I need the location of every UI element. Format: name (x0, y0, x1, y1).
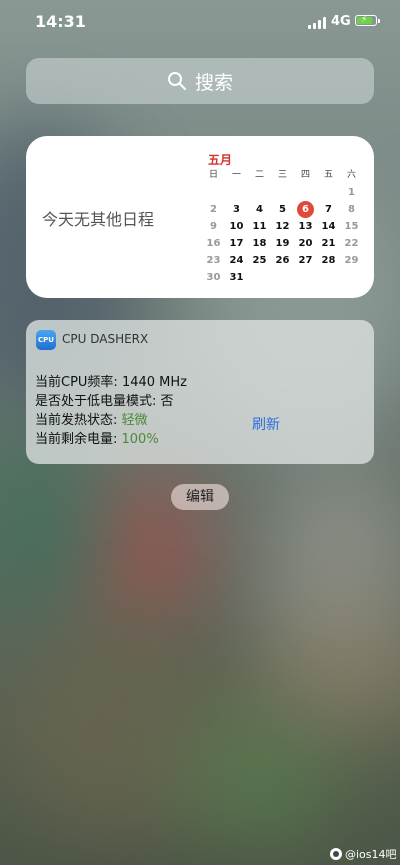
calendar-day: 27 (298, 255, 313, 266)
low-power-label: 是否处于低电量模式: (35, 394, 161, 409)
calendar-day: 21 (321, 238, 336, 249)
low-power-row: 是否处于低电量模式: 否 (35, 392, 187, 411)
calendar-day: 9 (210, 221, 217, 232)
network-type: 4G (331, 14, 351, 29)
weekday-label: 日 (208, 170, 218, 180)
calendar-day: 20 (298, 238, 313, 249)
calendar-day: 29 (344, 255, 359, 266)
weekday-label: 一 (231, 170, 241, 180)
calendar-day: 4 (256, 204, 263, 215)
widget-app-name: CPU DASHERX (62, 332, 149, 346)
calendar-day (340, 269, 363, 286)
calendar-week-row: 1 (202, 184, 363, 201)
calendar-day: 26 (275, 255, 290, 266)
calendar-day (271, 269, 294, 286)
cpu-frequency-label: 当前CPU频率: (35, 375, 122, 390)
edit-button[interactable]: 编辑 (171, 484, 229, 510)
calendar-day: 24 (229, 255, 244, 266)
battery-value: 100% (121, 432, 159, 447)
calendar-day: 8 (348, 204, 355, 215)
search-placeholder: 搜索 (194, 71, 233, 94)
status-time: 14:31 (35, 12, 86, 31)
calendar-day-today: 6 (294, 201, 317, 218)
cpu-frequency-row: 当前CPU频率: 1440 MHz (35, 373, 187, 392)
search-icon (167, 72, 186, 90)
weekday-header-row: 日一二三四五六 (202, 167, 363, 184)
cpu-dasherx-widget[interactable]: CPU CPU DASHERX 当前CPU频率: 1440 MHz 是否处于低电… (26, 320, 374, 464)
calendar-day (294, 269, 317, 286)
thermal-label: 当前发热状态: (35, 413, 122, 428)
calendar-widget[interactable]: 今天无其他日程 五月 日一二三四五六 1 2 3 4 5 6 7 8 9 10 11 12 13 14 15 1… (26, 136, 374, 298)
cpu-stats: 当前CPU频率: 1440 MHz 是否处于低电量模式: 否 当前发热状态: 轻… (35, 373, 187, 449)
watermark: @ios14吧 (330, 846, 397, 862)
calendar-week-row: 9 10 11 12 13 14 15 (202, 218, 363, 235)
calendar-day: 18 (252, 238, 267, 249)
watermark-text: @ios14吧 (345, 848, 397, 861)
calendar-day: 14 (321, 221, 336, 232)
weekday-label: 六 (346, 170, 356, 180)
weibo-icon (330, 848, 342, 860)
calendar-day (317, 184, 340, 201)
weekday-label: 二 (254, 170, 264, 180)
calendar-day: 31 (229, 272, 244, 283)
weekday-label: 四 (300, 170, 310, 180)
calendar-day: 15 (344, 221, 359, 232)
calendar-day (317, 269, 340, 286)
calendar-day: 17 (229, 238, 244, 249)
calendar-day: 10 (229, 221, 244, 232)
calendar-day: 3 (233, 204, 240, 215)
cpu-dasherx-app-icon: CPU (36, 330, 56, 350)
calendar-day: 7 (325, 204, 332, 215)
calendar-week-row: 16 17 18 19 20 21 22 (202, 235, 363, 252)
refresh-button[interactable]: 刷新 (252, 414, 280, 434)
calendar-day: 2 (210, 204, 217, 215)
calendar-day (248, 269, 271, 286)
calendar-day: 12 (275, 221, 290, 232)
search-bar[interactable]: 搜索 (26, 58, 374, 104)
thermal-row: 当前发热状态: 轻微 (35, 411, 187, 430)
status-bar: 14:31 4G ⚡ (0, 0, 400, 44)
calendar-week-row: 30 31 (202, 269, 363, 286)
calendar-day: 22 (344, 238, 359, 249)
calendar-week-row: 23 24 25 26 27 28 29 (202, 252, 363, 269)
calendar-day (271, 184, 294, 201)
cpu-frequency-value: 1440 MHz (121, 375, 187, 390)
calendar-day: 13 (298, 221, 313, 232)
calendar-grid: 日一二三四五六 1 2 3 4 5 6 7 8 9 10 11 12 13 14 15 16 17 18 19 20 21… (202, 167, 363, 286)
calendar-day (225, 184, 248, 201)
calendar-day: 25 (252, 255, 267, 266)
low-power-value: 否 (160, 394, 174, 409)
calendar-day (248, 184, 271, 201)
calendar-day: 30 (206, 272, 221, 283)
calendar-week-row: 2 3 4 567 8 (202, 201, 363, 218)
calendar-day (202, 184, 225, 201)
battery-charging-icon: ⚡ (355, 15, 380, 26)
weekday-label: 三 (277, 170, 287, 180)
calendar-month: 五月 (208, 153, 233, 167)
battery-row: 当前剩余电量: 100% (35, 430, 187, 449)
calendar-day: 1 (348, 187, 355, 198)
weekday-label: 五 (323, 170, 333, 180)
cellular-signal-icon (308, 17, 326, 29)
calendar-day: 28 (321, 255, 336, 266)
battery-label: 当前剩余电量: (35, 432, 122, 447)
calendar-day: 11 (252, 221, 267, 232)
calendar-day (294, 184, 317, 201)
calendar-day: 5 (279, 204, 286, 215)
calendar-day: 23 (206, 255, 221, 266)
thermal-value: 轻微 (121, 413, 148, 428)
calendar-day: 19 (275, 238, 290, 249)
calendar-day: 16 (206, 238, 221, 249)
no-events-text: 今天无其他日程 (42, 210, 155, 229)
